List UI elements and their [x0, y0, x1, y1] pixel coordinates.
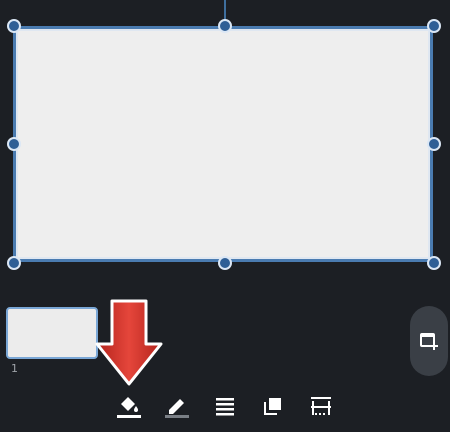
- line-color-button[interactable]: [163, 392, 191, 420]
- resize-handle-top-left[interactable]: [7, 19, 21, 33]
- add-slide-button[interactable]: [410, 306, 448, 376]
- slide-thumbnail-1[interactable]: 1: [6, 307, 98, 375]
- rotation-handle-line: [224, 0, 226, 20]
- resize-handle-bottom-left[interactable]: [7, 256, 21, 270]
- resize-handle-top-right[interactable]: [427, 19, 441, 33]
- resize-handle-top-center[interactable]: [218, 19, 232, 33]
- slide-number: 1: [11, 362, 18, 375]
- wrap-button[interactable]: [307, 392, 335, 420]
- layers-icon: [264, 398, 281, 415]
- paint-bucket-icon: [117, 397, 141, 418]
- slide-thumbnail-preview[interactable]: [6, 307, 98, 359]
- fill-color-button[interactable]: [115, 392, 143, 420]
- lines-icon: [216, 398, 234, 416]
- resize-handle-bottom-center[interactable]: [218, 256, 232, 270]
- pencil-icon: [165, 399, 189, 418]
- line-style-button[interactable]: [211, 392, 239, 420]
- wrap-text-icon: [311, 397, 331, 415]
- format-toolbar: [0, 384, 450, 432]
- slide-canvas: [0, 0, 450, 300]
- selected-shape[interactable]: [13, 26, 433, 262]
- resize-handle-bottom-right[interactable]: [427, 256, 441, 270]
- resize-handle-middle-left[interactable]: [7, 137, 21, 151]
- arrange-button[interactable]: [259, 392, 287, 420]
- add-slide-icon: [420, 333, 438, 350]
- red-down-arrow-icon: [95, 299, 163, 386]
- resize-handle-middle-right[interactable]: [427, 137, 441, 151]
